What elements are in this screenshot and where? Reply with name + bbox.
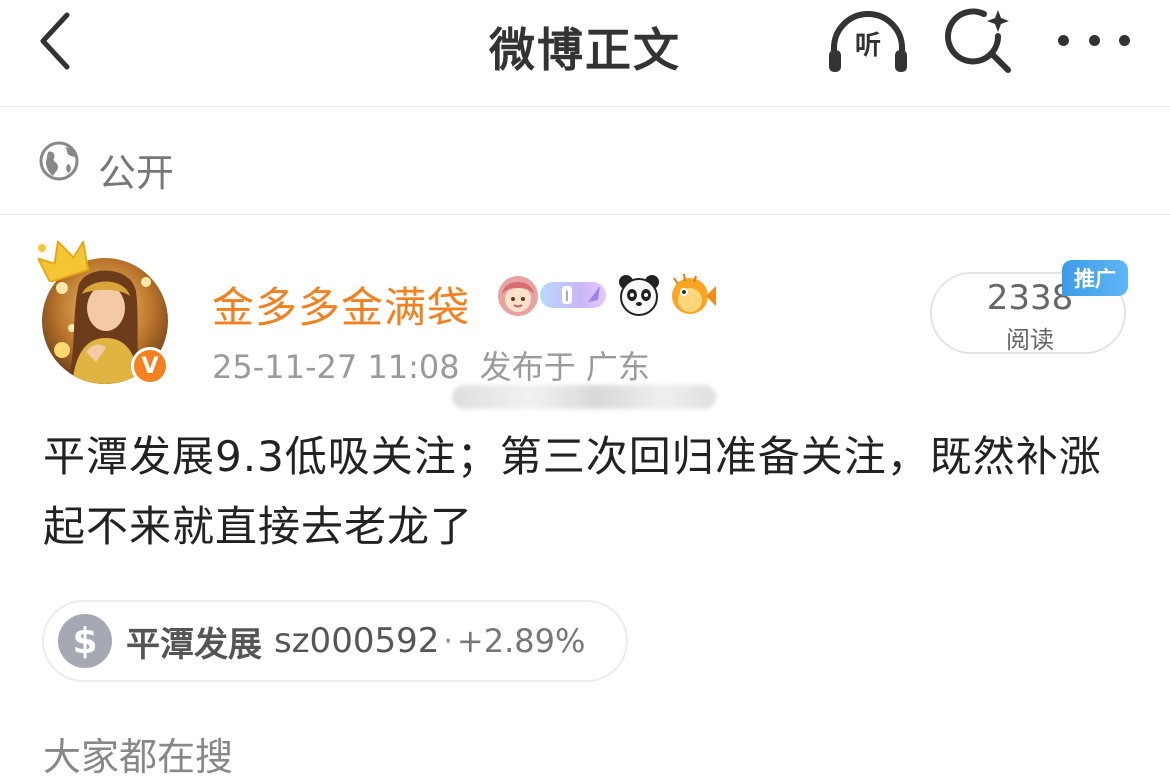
- post-meta: 25-11-27 11:08 发布于 广东: [212, 342, 650, 388]
- stock-change: +2.89%: [456, 622, 586, 660]
- post-location: 发布于 广东: [479, 348, 650, 386]
- stock-name: 平潭发展: [126, 624, 262, 665]
- post-body-text: 平潭发展9.3低吸关注；第三次回归准备关注，既然补涨起不来就直接去老龙了: [43, 432, 1102, 551]
- visibility-label: 公开: [98, 151, 175, 195]
- pufferfish-icon: [672, 273, 716, 314]
- globe-icon: [39, 141, 79, 181]
- visibility-row: [0, 108, 1170, 215]
- svg-text:I: I: [565, 289, 569, 305]
- girl-sticker-icon: [498, 276, 538, 316]
- crown-icon: [38, 240, 90, 282]
- stock-card[interactable]: $ 平潭发展 sz000592 · +2.89%: [42, 600, 628, 682]
- listen-button[interactable]: 听: [826, 8, 910, 76]
- level-badge-icon: I: [540, 282, 606, 308]
- listen-label: 听: [854, 31, 881, 61]
- top-nav-bar: 微博正文 听: [0, 0, 1170, 107]
- dollar-icon: $: [58, 614, 112, 668]
- panda-icon: [619, 275, 659, 316]
- stock-separator: ·: [443, 623, 453, 659]
- promote-tag[interactable]: 推广: [1062, 260, 1128, 296]
- author-badges[interactable]: I: [494, 272, 718, 318]
- stock-code: sz000592: [274, 621, 440, 661]
- verified-badge: V: [131, 347, 169, 385]
- more-dot-icon: [1058, 34, 1069, 46]
- more-dot-icon: [1119, 34, 1130, 46]
- author-name[interactable]: 金多多金满袋: [212, 274, 470, 335]
- more-options-button[interactable]: [1058, 22, 1130, 58]
- more-dot-icon: [1088, 34, 1100, 46]
- blurred-source: [452, 385, 716, 409]
- search-sparkle-icon: [945, 8, 1011, 73]
- trending-search-heading: 大家都在搜: [43, 735, 234, 779]
- read-label: 阅读: [1006, 326, 1054, 354]
- post-timestamp: 25-11-27 11:08: [212, 348, 460, 386]
- search-button[interactable]: [944, 6, 1016, 78]
